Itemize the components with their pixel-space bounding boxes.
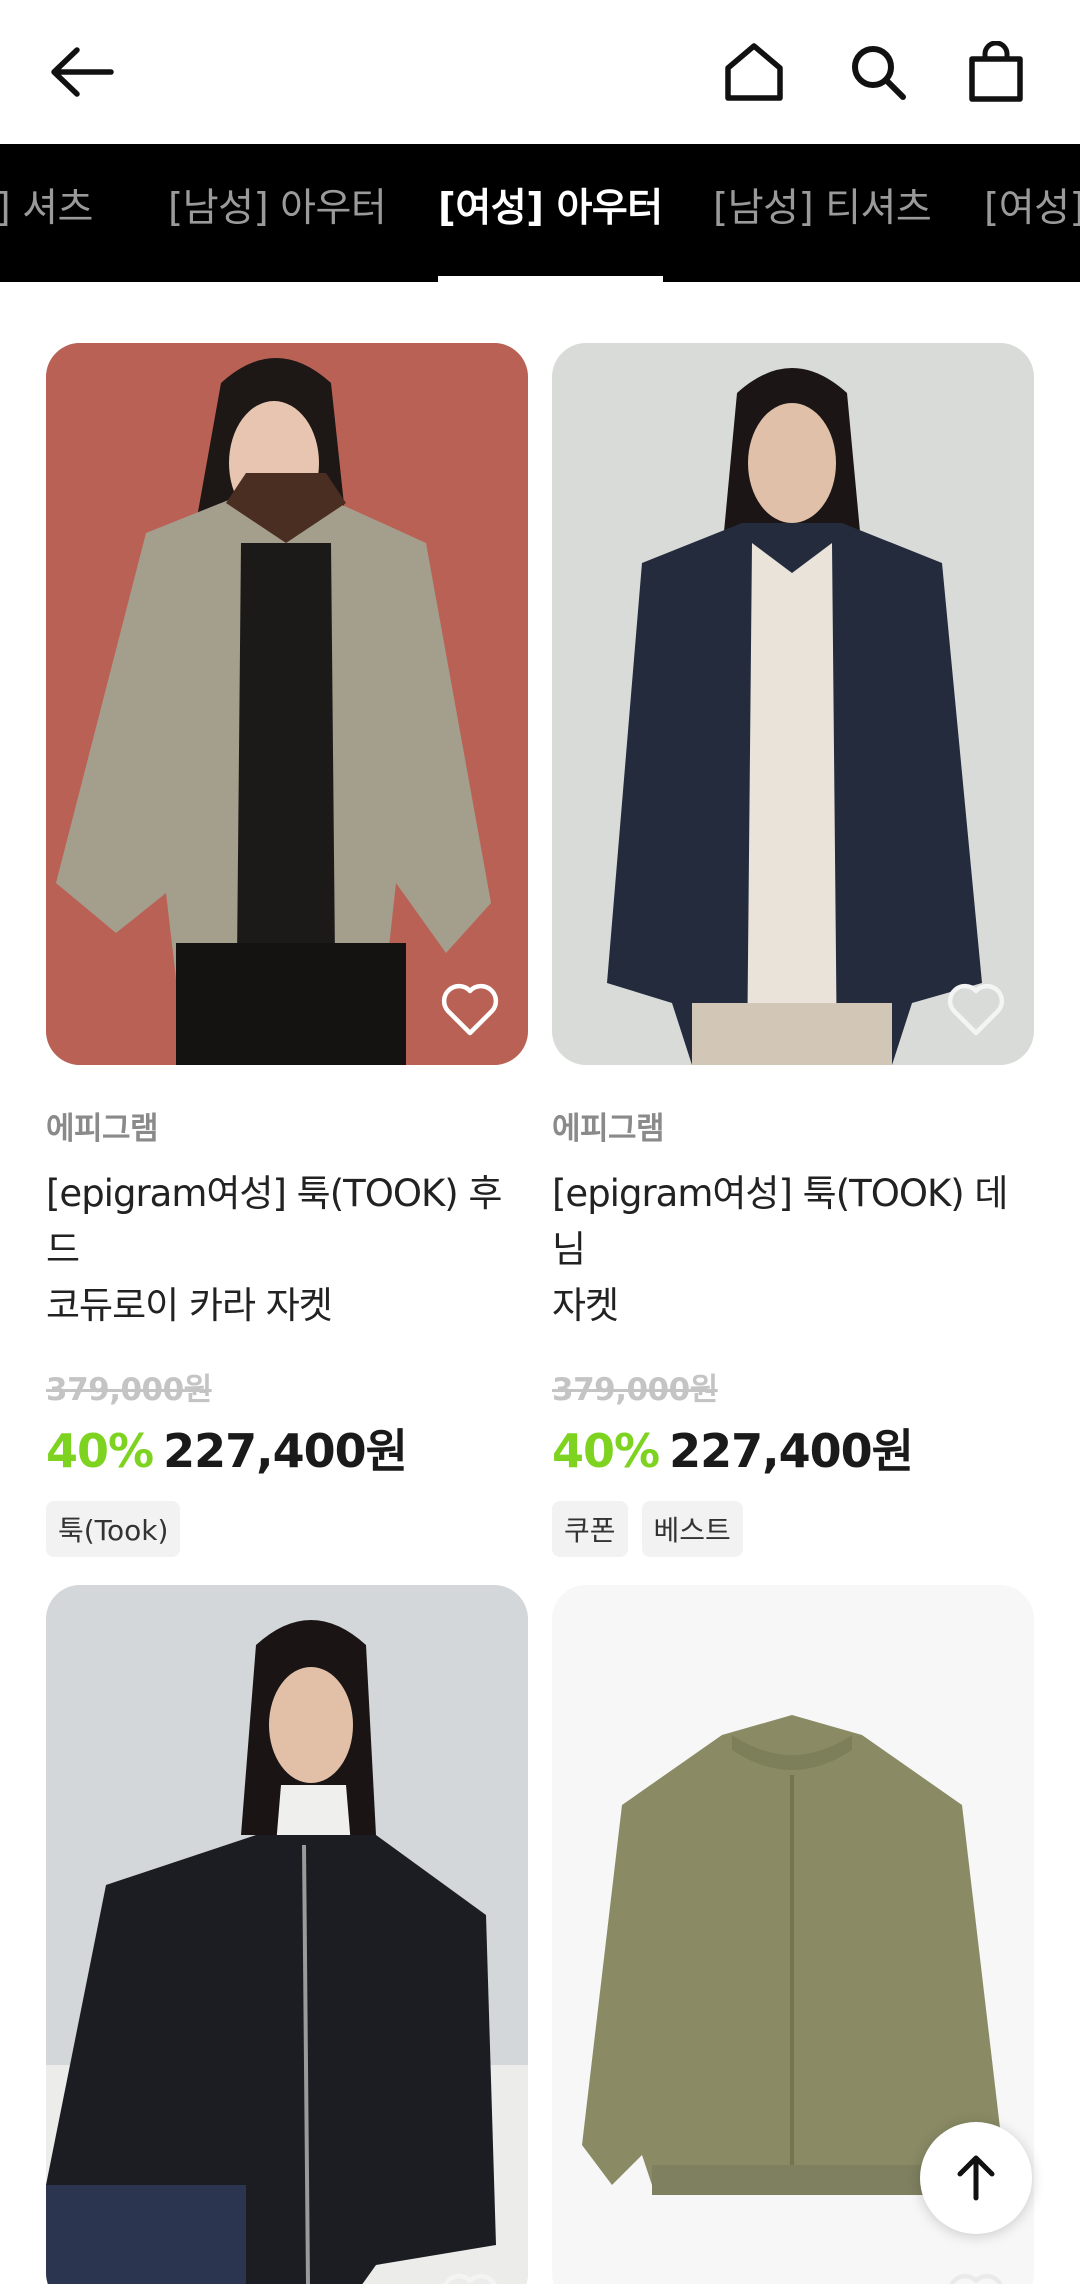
arrow-up-icon [957,2155,995,2201]
product-title-line: 코듀로이 카라 자켓 [46,1284,333,1327]
sale-price: 227,400원 [163,1424,408,1478]
product-brand: 에피그램 [552,1111,665,1147]
product-tag: 베스트 [641,1501,743,1557]
tab-women-shirts[interactable]: [여성] 셔츠 [0,144,93,282]
heart-icon[interactable] [440,2271,500,2284]
discount-rate: 40% [552,1424,660,1478]
back-button[interactable] [40,30,124,114]
price-row: 40% 227,400원 [552,1415,1034,1481]
search-icon [852,46,906,100]
product-card[interactable] [46,1585,528,2284]
home-button[interactable] [712,30,796,114]
product-title[interactable]: [epigram여성] 툭(TOOK) 데님 자켓 [552,1166,1034,1334]
discount-rate: 40% [46,1424,154,1478]
product-card[interactable]: 에피그램 [epigram여성] 툭(TOOK) 후드 코듀로이 카라 자켓 3… [46,343,528,1557]
product-brand: 에피그램 [46,1111,159,1147]
heart-icon[interactable] [440,981,500,1037]
heart-icon[interactable] [946,2271,1006,2284]
arrow-left-icon [51,47,114,97]
product-card[interactable]: 에피그램 [epigram여성] 툭(TOOK) 데님 자켓 379,000원 … [552,343,1034,1557]
app-header [0,0,1080,144]
product-title-line: [epigram여성] 툭(TOOK) 후드 [46,1172,502,1271]
product-image[interactable] [46,1585,528,2284]
tab-men-tshirts[interactable]: [남성] 티셔츠 [713,144,932,282]
product-image[interactable] [552,343,1034,1065]
product-title[interactable]: [epigram여성] 툭(TOOK) 후드 코듀로이 카라 자켓 [46,1166,528,1334]
product-tag: 쿠폰 [552,1501,628,1557]
category-tab-bar: [여성] 셔츠 [남성] 아우터 [여성] 아우터 [남성] 티셔츠 [여성] … [0,144,1080,282]
scroll-to-top-button[interactable] [920,2122,1032,2234]
shopping-bag-icon [969,41,1023,102]
shopping-bag-button[interactable] [954,30,1038,114]
original-price: 379,000원 [46,1372,212,1408]
tab-men-outer[interactable]: [남성] 아우터 [168,144,387,282]
home-icon [725,43,783,101]
product-image[interactable] [46,343,528,1065]
original-price: 379,000원 [552,1372,718,1408]
product-photo [46,1585,528,2284]
tab-women-tshirts[interactable]: [여성] 티셔츠 [984,144,1080,282]
product-photo [46,343,528,1065]
tab-women-outer[interactable]: [여성] 아우터 [438,144,663,282]
price-row: 40% 227,400원 [46,1415,528,1481]
sale-price: 227,400원 [669,1424,914,1478]
tag-list: 쿠폰 베스트 [552,1501,1034,1557]
product-title-line: 자켓 [552,1284,619,1327]
product-title-line: [epigram여성] 툭(TOOK) 데님 [552,1172,1008,1271]
search-button[interactable] [836,30,920,114]
product-tag: 툭(Took) [46,1501,181,1557]
heart-icon[interactable] [946,981,1006,1037]
product-photo [552,343,1034,1065]
tag-list: 툭(Took) [46,1501,528,1557]
